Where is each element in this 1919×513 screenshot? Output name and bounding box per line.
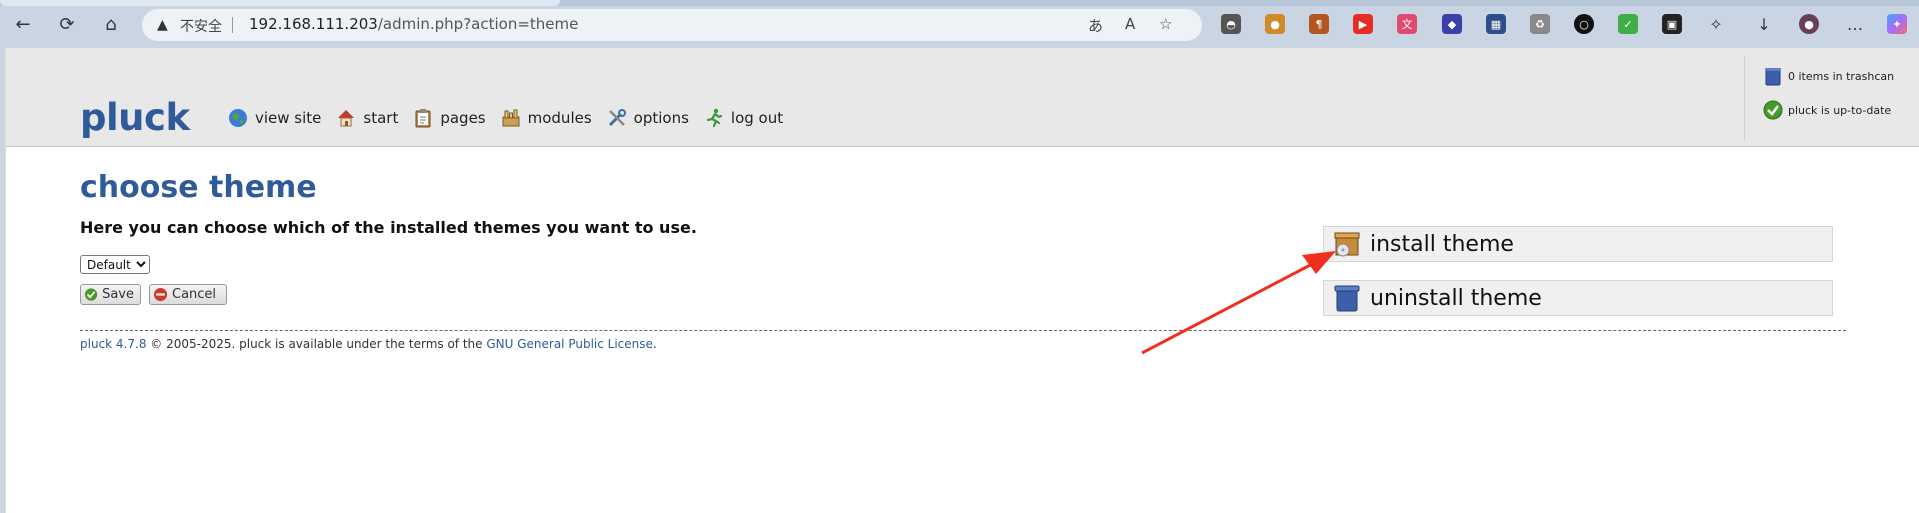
profile-avatar[interactable]: ●: [1799, 14, 1819, 34]
back-icon[interactable]: ←: [11, 12, 35, 36]
address-bar[interactable]: ▲ 不安全 192.168.111.203/admin.php?action=t…: [142, 9, 1202, 41]
calendar-extension-icon[interactable]: ▦: [1486, 14, 1506, 34]
video-extension-icon[interactable]: ▶: [1353, 14, 1373, 34]
page-content: pluck view site start pages modules opti…: [5, 48, 1919, 513]
copilot-icon[interactable]: ✦: [1887, 14, 1907, 34]
active-tab[interactable]: [0, 0, 560, 6]
read-aloud-icon[interactable]: A: [1125, 15, 1135, 33]
url-text[interactable]: 192.168.111.203/admin.php?action=theme: [249, 15, 578, 33]
reload-icon[interactable]: ⟳: [55, 12, 79, 36]
url-path: /admin.php?action=theme: [377, 15, 579, 33]
download-icon[interactable]: ↓: [1754, 14, 1774, 34]
translate-icon[interactable]: あ: [1088, 15, 1103, 36]
url-host: 192.168.111.203: [249, 15, 378, 33]
more-menu-icon[interactable]: …: [1845, 14, 1865, 34]
divider: [232, 17, 233, 33]
shield-extension-icon[interactable]: ✓: [1618, 14, 1638, 34]
translate-extension-icon[interactable]: 文: [1397, 14, 1417, 34]
arrow-shaft: [1141, 259, 1319, 355]
circle-extension-icon[interactable]: ○: [1574, 14, 1594, 34]
pilcrow-extension-icon[interactable]: ¶: [1309, 14, 1329, 34]
puzzle-extensions-icon[interactable]: ✧: [1706, 14, 1726, 34]
recycle-extension-icon[interactable]: ♻: [1530, 14, 1550, 34]
home-icon[interactable]: ⌂: [99, 12, 123, 36]
warning-icon[interactable]: ▲: [157, 17, 168, 33]
arrow-head: [1302, 251, 1336, 274]
mask-extension-icon[interactable]: ▣: [1662, 14, 1682, 34]
favorite-star-icon[interactable]: ☆: [1159, 15, 1172, 33]
badge-extension-icon[interactable]: ◆: [1442, 14, 1462, 34]
cookie-extension-icon[interactable]: ●: [1265, 14, 1285, 34]
browser-toolbar: ← ⟳ ⌂ ▲ 不安全 192.168.111.203/admin.php?ac…: [0, 0, 1919, 48]
extension-icon[interactable]: ◓: [1221, 14, 1241, 34]
annotation-arrow: [1141, 251, 1336, 355]
insecure-label[interactable]: 不安全: [180, 16, 222, 36]
